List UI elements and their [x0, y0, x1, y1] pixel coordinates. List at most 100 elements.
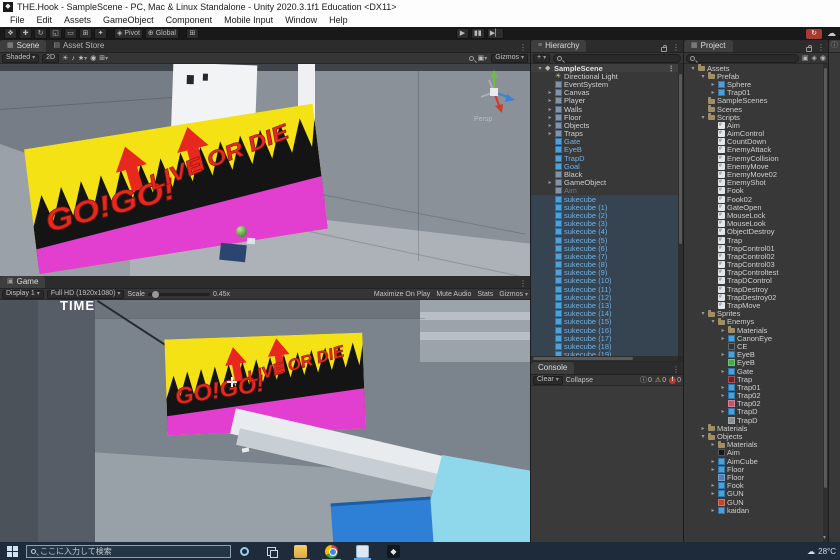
grid-visibility-icon[interactable]: ⊞▾	[99, 54, 108, 62]
draw-mode-dropdown[interactable]: Shaded▾	[2, 54, 39, 63]
effects-dropdown-icon[interactable]: ★▾	[78, 54, 87, 62]
tab-inspector[interactable]: ⓘ Insp	[829, 40, 840, 52]
tab-game[interactable]: ▣ Game	[0, 276, 45, 288]
splitter-scene-hierarchy[interactable]	[530, 40, 531, 542]
scene-viewport[interactable]: GO!GO! LIVE OR DIE Persp	[0, 64, 530, 276]
notepad-icon[interactable]	[356, 545, 369, 558]
console-error-counter[interactable]: !0	[669, 377, 681, 384]
tool-button[interactable]: ⊞	[79, 28, 92, 39]
game-panel-menu-icon[interactable]: ⋮	[516, 279, 530, 288]
project-row[interactable]: SampleScenes	[684, 97, 823, 105]
tool-button[interactable]: ◱	[49, 28, 62, 39]
global-toggle[interactable]: ⊕ Global	[145, 28, 179, 39]
collab-alert-icon[interactable]: ↻	[806, 29, 822, 39]
project-row[interactable]: Fook	[684, 187, 823, 195]
menu-item[interactable]: Edit	[31, 14, 59, 27]
taskbar-weather[interactable]: ☁ 28°C	[807, 547, 840, 556]
menu-item[interactable]: GameObject	[97, 14, 160, 27]
taskbar-search-input[interactable]: ここに入力して検索	[26, 545, 231, 558]
lighting-toggle-icon[interactable]: ☀	[62, 54, 68, 62]
resolution-dropdown[interactable]: Full HD (1920x1080)▾	[47, 290, 125, 299]
project-row[interactable]: CanonEye	[684, 334, 823, 342]
project-row[interactable]: Gate	[684, 367, 823, 375]
tab-asset-store[interactable]: ▤ Asset Store	[46, 40, 111, 52]
hierarchy-row[interactable]: Objects	[531, 121, 678, 129]
hierarchy-row[interactable]: Player	[531, 97, 678, 105]
console-clear-button[interactable]: Clear▾	[533, 376, 563, 385]
start-button[interactable]	[7, 546, 18, 557]
scale-slider[interactable]	[148, 293, 210, 296]
menu-item[interactable]: File	[4, 14, 31, 27]
scale-slider-knob[interactable]	[152, 291, 159, 298]
game-viewport[interactable]: GO!GO! LIVE OR DIE TIME	[0, 300, 530, 542]
tool-button[interactable]: ↻	[34, 28, 47, 39]
project-row[interactable]: Assets	[684, 64, 823, 72]
pivot-toggle[interactable]: ◈ Pivot	[114, 28, 143, 39]
project-search-input[interactable]	[686, 54, 799, 63]
grid-snapping-button[interactable]: ⊞	[186, 28, 199, 39]
tab-hierarchy[interactable]: ≡ Hierarchy	[531, 40, 586, 52]
scene-orientation-gizmo[interactable]	[468, 66, 520, 118]
menu-item[interactable]: Assets	[58, 14, 97, 27]
project-row[interactable]: Materials	[684, 441, 823, 449]
gizmo-perspective-label[interactable]: Persp	[474, 116, 492, 123]
hierarchy-row[interactable]: Goal	[531, 162, 678, 170]
project-row[interactable]: EyeB	[684, 359, 823, 367]
hierarchy-row[interactable]: Floor	[531, 113, 678, 121]
game-gizmos-dropdown[interactable]: Gizmos ▾	[499, 291, 528, 298]
file-explorer-icon[interactable]	[294, 545, 307, 558]
console-collapse-toggle[interactable]: Collapse	[566, 377, 593, 384]
project-row[interactable]: TrapD	[684, 416, 823, 424]
console-warning-counter[interactable]: ⚠0	[655, 376, 666, 384]
project-toolbar-icon[interactable]: ▣	[802, 54, 809, 62]
hierarchy-row[interactable]: TrapD	[531, 154, 678, 162]
tool-button[interactable]: ✦	[94, 28, 107, 39]
play-button[interactable]: ▶	[456, 28, 469, 39]
menu-item[interactable]: Window	[279, 14, 323, 27]
hierarchy-row[interactable]: Gate	[531, 138, 678, 146]
project-row[interactable]: Floor	[684, 473, 823, 481]
hierarchy-row[interactable]: Walls	[531, 105, 678, 113]
tool-button[interactable]: ✚	[19, 28, 32, 39]
scene-search-icon[interactable]	[469, 56, 474, 61]
gizmos-dropdown[interactable]: Gizmos▾	[491, 54, 528, 63]
pause-button[interactable]: ▮▮	[471, 28, 485, 39]
splitter-project-inspector[interactable]	[828, 40, 829, 542]
project-row[interactable]: Scenes	[684, 105, 823, 113]
project-row[interactable]: EnemyShot	[684, 179, 823, 187]
hierarchy-row[interactable]: Traps	[531, 130, 678, 138]
project-row[interactable]: TrapMove	[684, 301, 823, 309]
project-menu-icon[interactable]: ⋮	[814, 43, 828, 52]
project-row[interactable]: Scripts	[684, 113, 823, 121]
task-view-button[interactable]	[267, 547, 276, 556]
tab-scene[interactable]: ▦ Scene	[0, 40, 46, 52]
menu-item[interactable]: Help	[323, 14, 354, 27]
console-info-counter[interactable]: ⓘ0	[640, 375, 652, 385]
unity-taskbar-icon[interactable]: ◆	[387, 545, 400, 558]
hierarchy-row[interactable]: EyeB	[531, 146, 678, 154]
project-lock-icon[interactable]	[806, 47, 812, 52]
project-row[interactable]: ObjectDestroy	[684, 228, 823, 236]
project-row[interactable]: Floor	[684, 465, 823, 473]
display-dropdown[interactable]: Display 1▾	[2, 290, 44, 299]
2d-toggle[interactable]: 2D	[42, 54, 59, 63]
hierarchy-row[interactable]: EventSystem	[531, 80, 678, 88]
project-scroll-down-icon[interactable]: ▾	[823, 534, 826, 541]
chrome-icon[interactable]	[325, 545, 338, 558]
inspector-panel-edge[interactable]	[829, 53, 840, 542]
project-row[interactable]: kaidan	[684, 506, 823, 514]
scene-visibility-icon[interactable]: ◉	[90, 54, 96, 62]
tool-button[interactable]: ▭	[64, 28, 77, 39]
hierarchy-hscrollbar[interactable]	[531, 356, 678, 361]
step-button[interactable]: ▶▏	[487, 28, 504, 39]
hierarchy-row[interactable]: Canvas	[531, 89, 678, 97]
tab-console[interactable]: Console	[531, 362, 574, 374]
maximize-on-play-toggle[interactable]: Maximize On Play	[374, 291, 430, 298]
hierarchy-row[interactable]: Aim	[531, 187, 678, 195]
project-row[interactable]: Fook	[684, 482, 823, 490]
stats-toggle[interactable]: Stats	[477, 291, 493, 298]
audio-toggle-icon[interactable]: ♪	[71, 55, 75, 62]
hierarchy-lock-icon[interactable]	[661, 47, 667, 52]
project-row[interactable]: Prefab	[684, 72, 823, 80]
project-toolbar-icon[interactable]: ◉	[820, 54, 826, 62]
